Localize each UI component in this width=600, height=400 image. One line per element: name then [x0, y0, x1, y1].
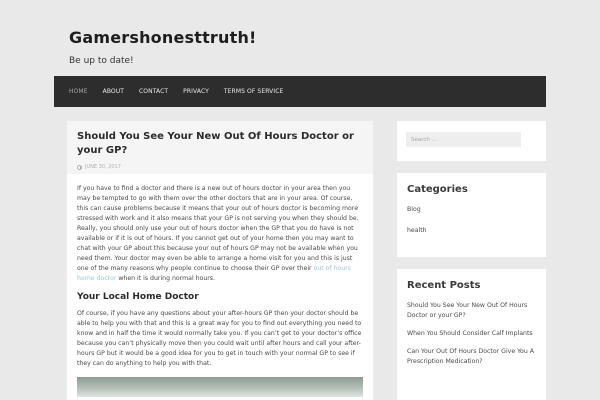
post-article: Should You See Your New Out Of Hours Doc… [67, 121, 373, 400]
recent-post-link[interactable]: When You Should Consider Calf Implants [407, 329, 536, 339]
clock-icon [77, 164, 82, 170]
categories-widget: Categories Blog health [397, 173, 546, 257]
category-link-health[interactable]: health [407, 226, 536, 236]
post-subheading: Your Local Home Doctor [77, 292, 199, 302]
recent-posts-title: Recent Posts [407, 280, 481, 291]
categories-title: Categories [407, 184, 468, 195]
post-title[interactable]: Should You See Your New Out Of Hours Doc… [77, 130, 363, 158]
site-title[interactable]: Gamershonesttruth! [69, 28, 257, 47]
post-body: If you have to find a doctor and there i… [67, 174, 373, 397]
post-image [77, 377, 363, 397]
nav-item-terms[interactable]: TERMS OF SERVICE [224, 88, 284, 95]
category-link-blog[interactable]: Blog [407, 205, 536, 215]
post-date: JUNE 30, 2017 [77, 164, 363, 170]
paragraph-text: If you have to find a doctor and there i… [77, 185, 359, 272]
paragraph-text: when it is during normal hours. [116, 275, 215, 282]
main-navigation: HOME ABOUT CONTACT PRIVACY TERMS OF SERV… [54, 76, 546, 107]
site-header: Gamershonesttruth! Be up to date! [69, 28, 257, 66]
recent-post-link[interactable]: Should You See Your New Out Of Hours Doc… [407, 301, 536, 321]
site-tagline: Be up to date! [69, 56, 134, 66]
post-paragraph: Of course, if you have any questions abo… [77, 310, 362, 367]
post-paragraph: If you have to find a doctor and there i… [77, 184, 363, 284]
nav-item-about[interactable]: ABOUT [103, 88, 124, 95]
nav-item-privacy[interactable]: PRIVACY [183, 88, 209, 95]
search-input[interactable] [406, 132, 521, 147]
nav-item-contact[interactable]: CONTACT [139, 88, 168, 95]
nav-item-home[interactable]: HOME [69, 88, 88, 95]
post-date-text[interactable]: JUNE 30, 2017 [85, 164, 121, 170]
recent-post-link[interactable]: Can Your Out Of Hours Doctor Give You A … [407, 347, 536, 367]
recent-posts-widget: Recent Posts Should You See Your New Out… [397, 269, 546, 400]
search-widget [397, 121, 546, 161]
post-header: Should You See Your New Out Of Hours Doc… [67, 121, 373, 174]
